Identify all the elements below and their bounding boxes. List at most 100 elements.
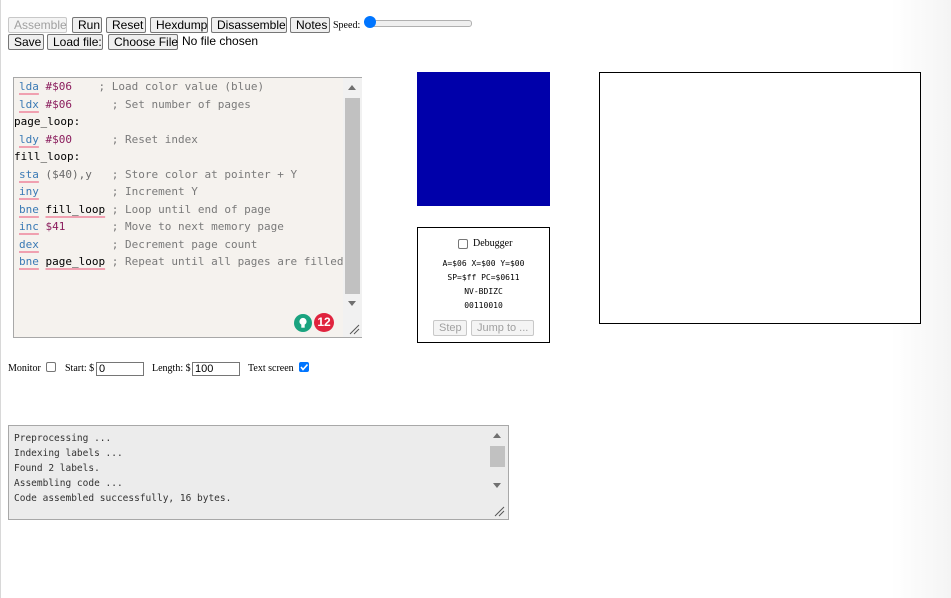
comment-token: ; Decrement page count [111, 237, 258, 251]
comment-token: ; Move to next memory page [111, 220, 284, 233]
debugger-panel: Debugger A=$06 X=$00 Y=$00 SP=$ff PC=$06… [417, 227, 550, 343]
padding [72, 98, 112, 111]
scroll-down-arrow-icon[interactable] [348, 301, 356, 306]
choose-file-button[interactable]: Choose File [108, 34, 178, 50]
code-line[interactable]: dex ; Decrement page count [19, 236, 257, 253]
argument-token: #$00 [45, 132, 73, 146]
output-line: Preprocessing ... [14, 433, 112, 444]
load-file-button[interactable]: Load file: [47, 34, 103, 50]
padding [72, 133, 112, 146]
no-file-label: No file chosen [182, 34, 259, 48]
comment-token: ; Loop until end of page [111, 202, 271, 216]
opcode-token: lda [19, 80, 39, 93]
monitor-checkbox[interactable] [46, 362, 56, 372]
code-line[interactable]: ldy #$00 ; Reset index [19, 131, 198, 148]
monitor-pane [599, 72, 921, 324]
checkmark-icon [300, 363, 308, 371]
speed-slider-thumb[interactable] [364, 16, 376, 28]
opcode-token: ldy [19, 132, 39, 146]
comment-token: ; Set number of pages [111, 97, 251, 111]
resize-grip-icon[interactable] [349, 324, 360, 335]
opcode-token: bne [19, 202, 39, 216]
argument-token: fill_loop [45, 202, 106, 216]
opcode-token: bne [19, 255, 39, 268]
code-line[interactable]: lda #$06 ; Load color value (blue) [19, 78, 264, 95]
flags-bits: 00110010 [464, 301, 503, 310]
comment-token: ; Store color at pointer + Y [111, 167, 298, 181]
padding [105, 203, 112, 216]
output-line: Found 2 labels. [14, 463, 100, 474]
jump-to-button[interactable]: Jump to ... [471, 320, 534, 336]
output-scroll-thumb[interactable] [490, 446, 505, 467]
padding [46, 185, 112, 198]
code-line[interactable]: bne fill_loop ; Loop until end of page [19, 201, 271, 218]
padding [46, 238, 112, 251]
scroll-up-arrow-icon[interactable] [348, 85, 356, 90]
padding [65, 220, 111, 233]
lightbulb-icon[interactable] [294, 314, 312, 332]
speed-label: Speed: [333, 20, 361, 31]
opcode-token: iny [19, 185, 39, 198]
issue-count-badge[interactable]: 12 [314, 313, 334, 332]
text-screen-label: Text screen [248, 363, 294, 374]
registers-line-2: SP=$ff PC=$0611 [447, 273, 520, 282]
start-input[interactable]: 0 [96, 362, 144, 376]
length-label: Length: $ [152, 363, 191, 374]
code-label-line[interactable]: fill_loop: [14, 148, 80, 165]
scroll-down-arrow-icon[interactable] [493, 483, 501, 488]
save-button[interactable]: Save [8, 34, 44, 50]
comment-token: ; Repeat until all pages are filled [111, 255, 344, 268]
comment-token: ; Reset index [111, 132, 198, 146]
output-line: Indexing labels ... [14, 448, 123, 459]
hexdump-button[interactable]: Hexdump [150, 17, 208, 33]
argument-token: #$06 [45, 80, 73, 93]
text-screen-checkbox[interactable] [299, 362, 309, 372]
padding [92, 168, 112, 181]
comment-token: ; Load color value (blue) [98, 80, 265, 93]
display-screen [417, 72, 550, 206]
code-line[interactable]: ldx #$06 ; Set number of pages [19, 96, 251, 113]
output-console[interactable]: Preprocessing ... Indexing labels ... Fo… [8, 425, 509, 520]
debugger-label: Debugger [473, 238, 513, 249]
argument-token: ($40),y [45, 167, 92, 181]
notes-button[interactable]: Notes [290, 17, 330, 33]
padding [72, 80, 99, 93]
output-scrollbar[interactable] [488, 426, 507, 519]
resize-grip-icon[interactable] [494, 506, 505, 517]
reset-button[interactable]: Reset [106, 17, 146, 33]
editor-scrollbar[interactable] [343, 78, 362, 337]
opcode-token: sta [19, 167, 39, 181]
step-button[interactable]: Step [433, 320, 467, 336]
padding [105, 255, 112, 268]
monitor-label: Monitor [8, 363, 41, 374]
argument-token: page_loop [45, 255, 106, 268]
flags-header: NV-BDIZC [464, 287, 503, 296]
disassemble-button[interactable]: Disassemble [211, 17, 287, 33]
run-button[interactable]: Run [72, 17, 102, 33]
output-line: Code assembled successfully, 16 bytes. [14, 493, 232, 504]
comment-token: ; Increment Y [111, 185, 198, 198]
argument-token: $41 [45, 220, 66, 233]
code-line[interactable]: bne page_loop ; Repeat until all pages a… [19, 253, 344, 270]
debugger-checkbox[interactable] [458, 239, 468, 249]
code-editor[interactable]: lda #$06 ; Load color value (blue) ldx #$… [13, 77, 362, 338]
speed-slider-track[interactable] [368, 20, 472, 27]
label-token: fill_loop: [14, 150, 81, 163]
start-label: Start: $ [65, 363, 95, 374]
argument-token: #$06 [45, 97, 73, 111]
scroll-up-arrow-icon[interactable] [493, 433, 501, 438]
label-token: page_loop: [14, 115, 81, 128]
registers-line-1: A=$06 X=$00 Y=$00 [442, 259, 525, 268]
opcode-token: inc [19, 220, 39, 233]
assemble-button[interactable]: Assemble [8, 17, 67, 33]
opcode-token: dex [19, 237, 39, 251]
opcode-token: ldx [19, 97, 39, 111]
length-input[interactable]: 100 [192, 362, 240, 376]
window-left-edge [0, 0, 1, 598]
output-line: Assembling code ... [14, 478, 123, 489]
editor-scroll-thumb[interactable] [345, 98, 360, 294]
code-label-line[interactable]: page_loop: [14, 113, 80, 130]
code-line[interactable]: inc $41 ; Move to next memory page [19, 218, 284, 235]
code-line[interactable]: iny ; Increment Y [19, 183, 198, 200]
code-line[interactable]: sta ($40),y ; Store color at pointer + Y [19, 166, 297, 183]
